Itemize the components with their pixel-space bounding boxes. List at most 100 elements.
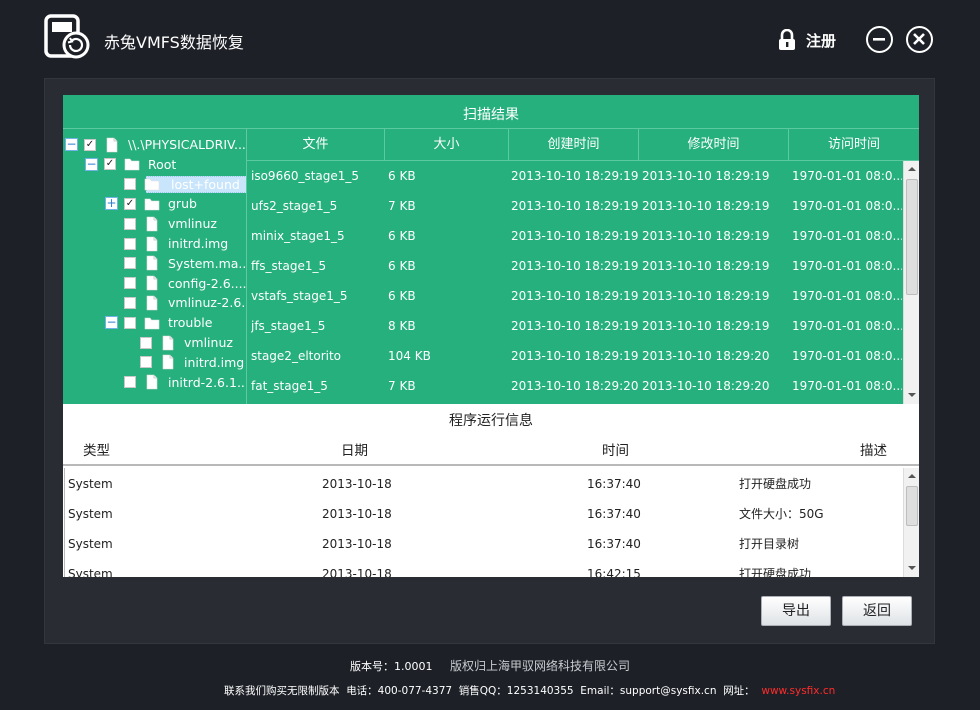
tree-node-checkbox[interactable] [124,257,136,270]
tree-node-label: Root [148,156,177,172]
tree-node-checkbox[interactable] [140,356,152,369]
table-cell: 2013-10-10 18:29:20 [511,379,639,393]
tree-node-checkbox[interactable] [124,316,136,329]
tree-node-label: \\.\PHYSICALDRIV... [128,137,246,152]
table-row[interactable]: jfs_stage1_5 8 KB 2013-10-10 18:29:19 2013-… [247,311,902,341]
app-title: 赤兔VMFS数据恢复 [104,33,244,52]
tree-node[interactable]: + ✓ grub [105,194,197,213]
log-column-date[interactable]: 日期 [341,436,368,466]
collapse-icon[interactable]: − [65,138,78,151]
log-cell: System [68,507,113,521]
register-button[interactable]: 注册 [778,27,836,53]
log-row[interactable]: System 2013-10-18 16:37:40 文件大小：50G [65,499,904,529]
log-row[interactable]: System 2013-10-18 16:37:40 打开硬盘成功 [65,469,904,499]
table-cell: 1970-01-01 08:0... [792,199,902,213]
directory-tree[interactable]: − ✓ \\.\PHYSICALDRIV... − ✓ Root lost+found + ✓ g… [63,129,247,404]
table-row[interactable]: vstafs_stage1_5 6 KB 2013-10-10 18:29:19 20… [247,281,902,311]
tree-node[interactable]: − ✓ Root [85,155,176,174]
column-header-name[interactable]: 文件 [247,129,385,161]
scroll-up-icon[interactable] [908,167,916,171]
table-cell: 2013-10-10 18:29:19 [511,289,639,303]
log-cell: 16:37:40 [587,537,641,551]
table-cell: 1970-01-01 08:0... [792,319,902,333]
scroll-thumb[interactable] [906,179,918,295]
table-cell: 2013-10-10 18:29:19 [642,289,770,303]
scroll-down-icon[interactable] [908,393,916,397]
file-icon [146,255,158,271]
tree-node-checkbox[interactable] [124,217,136,230]
site-label: 网址： [723,685,755,697]
table-row[interactable]: ufs2_stage1_5 7 KB 2013-10-10 18:29:19 2013… [247,191,902,221]
tree-node[interactable]: − ✓ \\.\PHYSICALDRIV... [65,135,246,154]
table-row[interactable]: ffs_stage1_5 6 KB 2013-10-10 18:29:19 2013-… [247,251,902,281]
footer-contact: 联系我们购买无限制版本 电话：400-077-4377 销售QQ：1253140… [224,683,835,698]
tree-node-checkbox[interactable] [140,336,152,349]
export-button[interactable]: 导出 [761,596,831,626]
log-cell: System [68,567,113,577]
table-row[interactable]: fat_stage1_5 7 KB 2013-10-10 18:29:20 2013-… [247,371,902,401]
table-cell: 1970-01-01 08:0... [792,349,902,363]
tree-node[interactable]: vmlinuz [121,333,233,352]
log-column-description[interactable]: 描述 [860,436,887,466]
table-cell: 2013-10-10 18:29:19 [642,229,770,243]
tree-node-checkbox[interactable]: ✓ [124,197,136,210]
table-cell: 6 KB [388,229,416,243]
table-cell: 2013-10-10 18:29:19 [642,169,770,183]
tree-node-checkbox[interactable] [124,178,136,191]
table-row[interactable]: minix_stage1_5 6 KB 2013-10-10 18:29:19 201… [247,221,902,251]
log-scrollbar[interactable] [903,468,919,577]
purchase-link[interactable]: 联系我们购买无限制版本 [224,685,340,697]
tree-node-label: initrd.img [168,236,229,251]
table-row[interactable]: iso9660_stage1_5 6 KB 2013-10-10 18:29:19 2… [247,161,902,191]
tree-node[interactable]: − trouble [105,313,212,332]
tree-node-checkbox[interactable] [124,277,136,290]
log-row[interactable]: System 2013-10-18 16:37:40 打开目录树 [65,529,904,559]
close-button[interactable] [906,26,933,53]
tree-node-checkbox[interactable]: ✓ [104,158,116,171]
tree-node[interactable]: initrd-2.6.1... [105,373,246,392]
scroll-down-icon[interactable] [908,566,916,570]
tree-node[interactable]: System.ma... [105,254,246,273]
tree-node-checkbox[interactable] [124,296,136,309]
tree-node[interactable]: initrd.img [121,353,244,372]
tree-node[interactable]: config-2.6.... [105,274,246,293]
tree-node-checkbox[interactable] [124,237,136,250]
column-header-accessed[interactable]: 访问时间 [789,129,919,161]
folder-icon [124,158,140,171]
log-row[interactable]: System 2013-10-18 16:42:15 打开硬盘成功 [65,559,904,577]
title-bar: 赤兔VMFS数据恢复 注册 [0,0,980,78]
table-cell: 2013-10-10 18:29:19 [511,199,639,213]
tree-node[interactable]: initrd.img [105,234,228,253]
tree-node[interactable]: lost+found [105,175,246,194]
tree-node[interactable]: vmlinuz-2.6.... [105,293,246,312]
tree-node-checkbox[interactable] [124,376,136,389]
footer-info: 版本号：1.0001 版权归上海甲驭网络科技有限公司 [0,657,980,674]
column-header-size[interactable]: 大小 [385,129,509,161]
log-cell: 打开硬盘成功 [739,567,812,577]
column-header-modified[interactable]: 修改时间 [639,129,789,161]
phone-label: 电话：400-077-4377 [346,685,453,697]
file-table-scrollbar[interactable] [903,161,919,404]
scroll-thumb[interactable] [906,486,918,526]
tree-node[interactable]: vmlinuz [105,214,217,233]
table-row[interactable]: stage2_eltorito 104 KB 2013-10-10 18:29:19… [247,341,902,371]
website-link[interactable]: www.sysfix.cn [761,685,835,697]
back-button[interactable]: 返回 [842,596,912,626]
log-cell: 16:37:40 [587,477,641,491]
expand-icon[interactable]: + [105,197,118,211]
collapse-icon[interactable]: − [105,316,118,330]
log-title: 程序运行信息 [63,404,919,436]
log-column-time[interactable]: 时间 [602,436,629,466]
collapse-icon[interactable]: − [85,157,98,171]
tree-node-label: vmlinuz-2.6.... [168,295,246,311]
table-cell: 6 KB [388,289,416,303]
file-icon [146,275,158,291]
log-column-type[interactable]: 类型 [83,436,110,466]
close-icon [913,33,925,45]
minimize-button[interactable] [866,26,893,53]
tree-node-label: initrd.img [184,354,245,370]
column-header-created[interactable]: 创建时间 [509,129,639,161]
table-cell: 7 KB [388,379,416,393]
tree-node-checkbox[interactable]: ✓ [84,138,96,151]
scroll-up-icon[interactable] [908,474,916,478]
